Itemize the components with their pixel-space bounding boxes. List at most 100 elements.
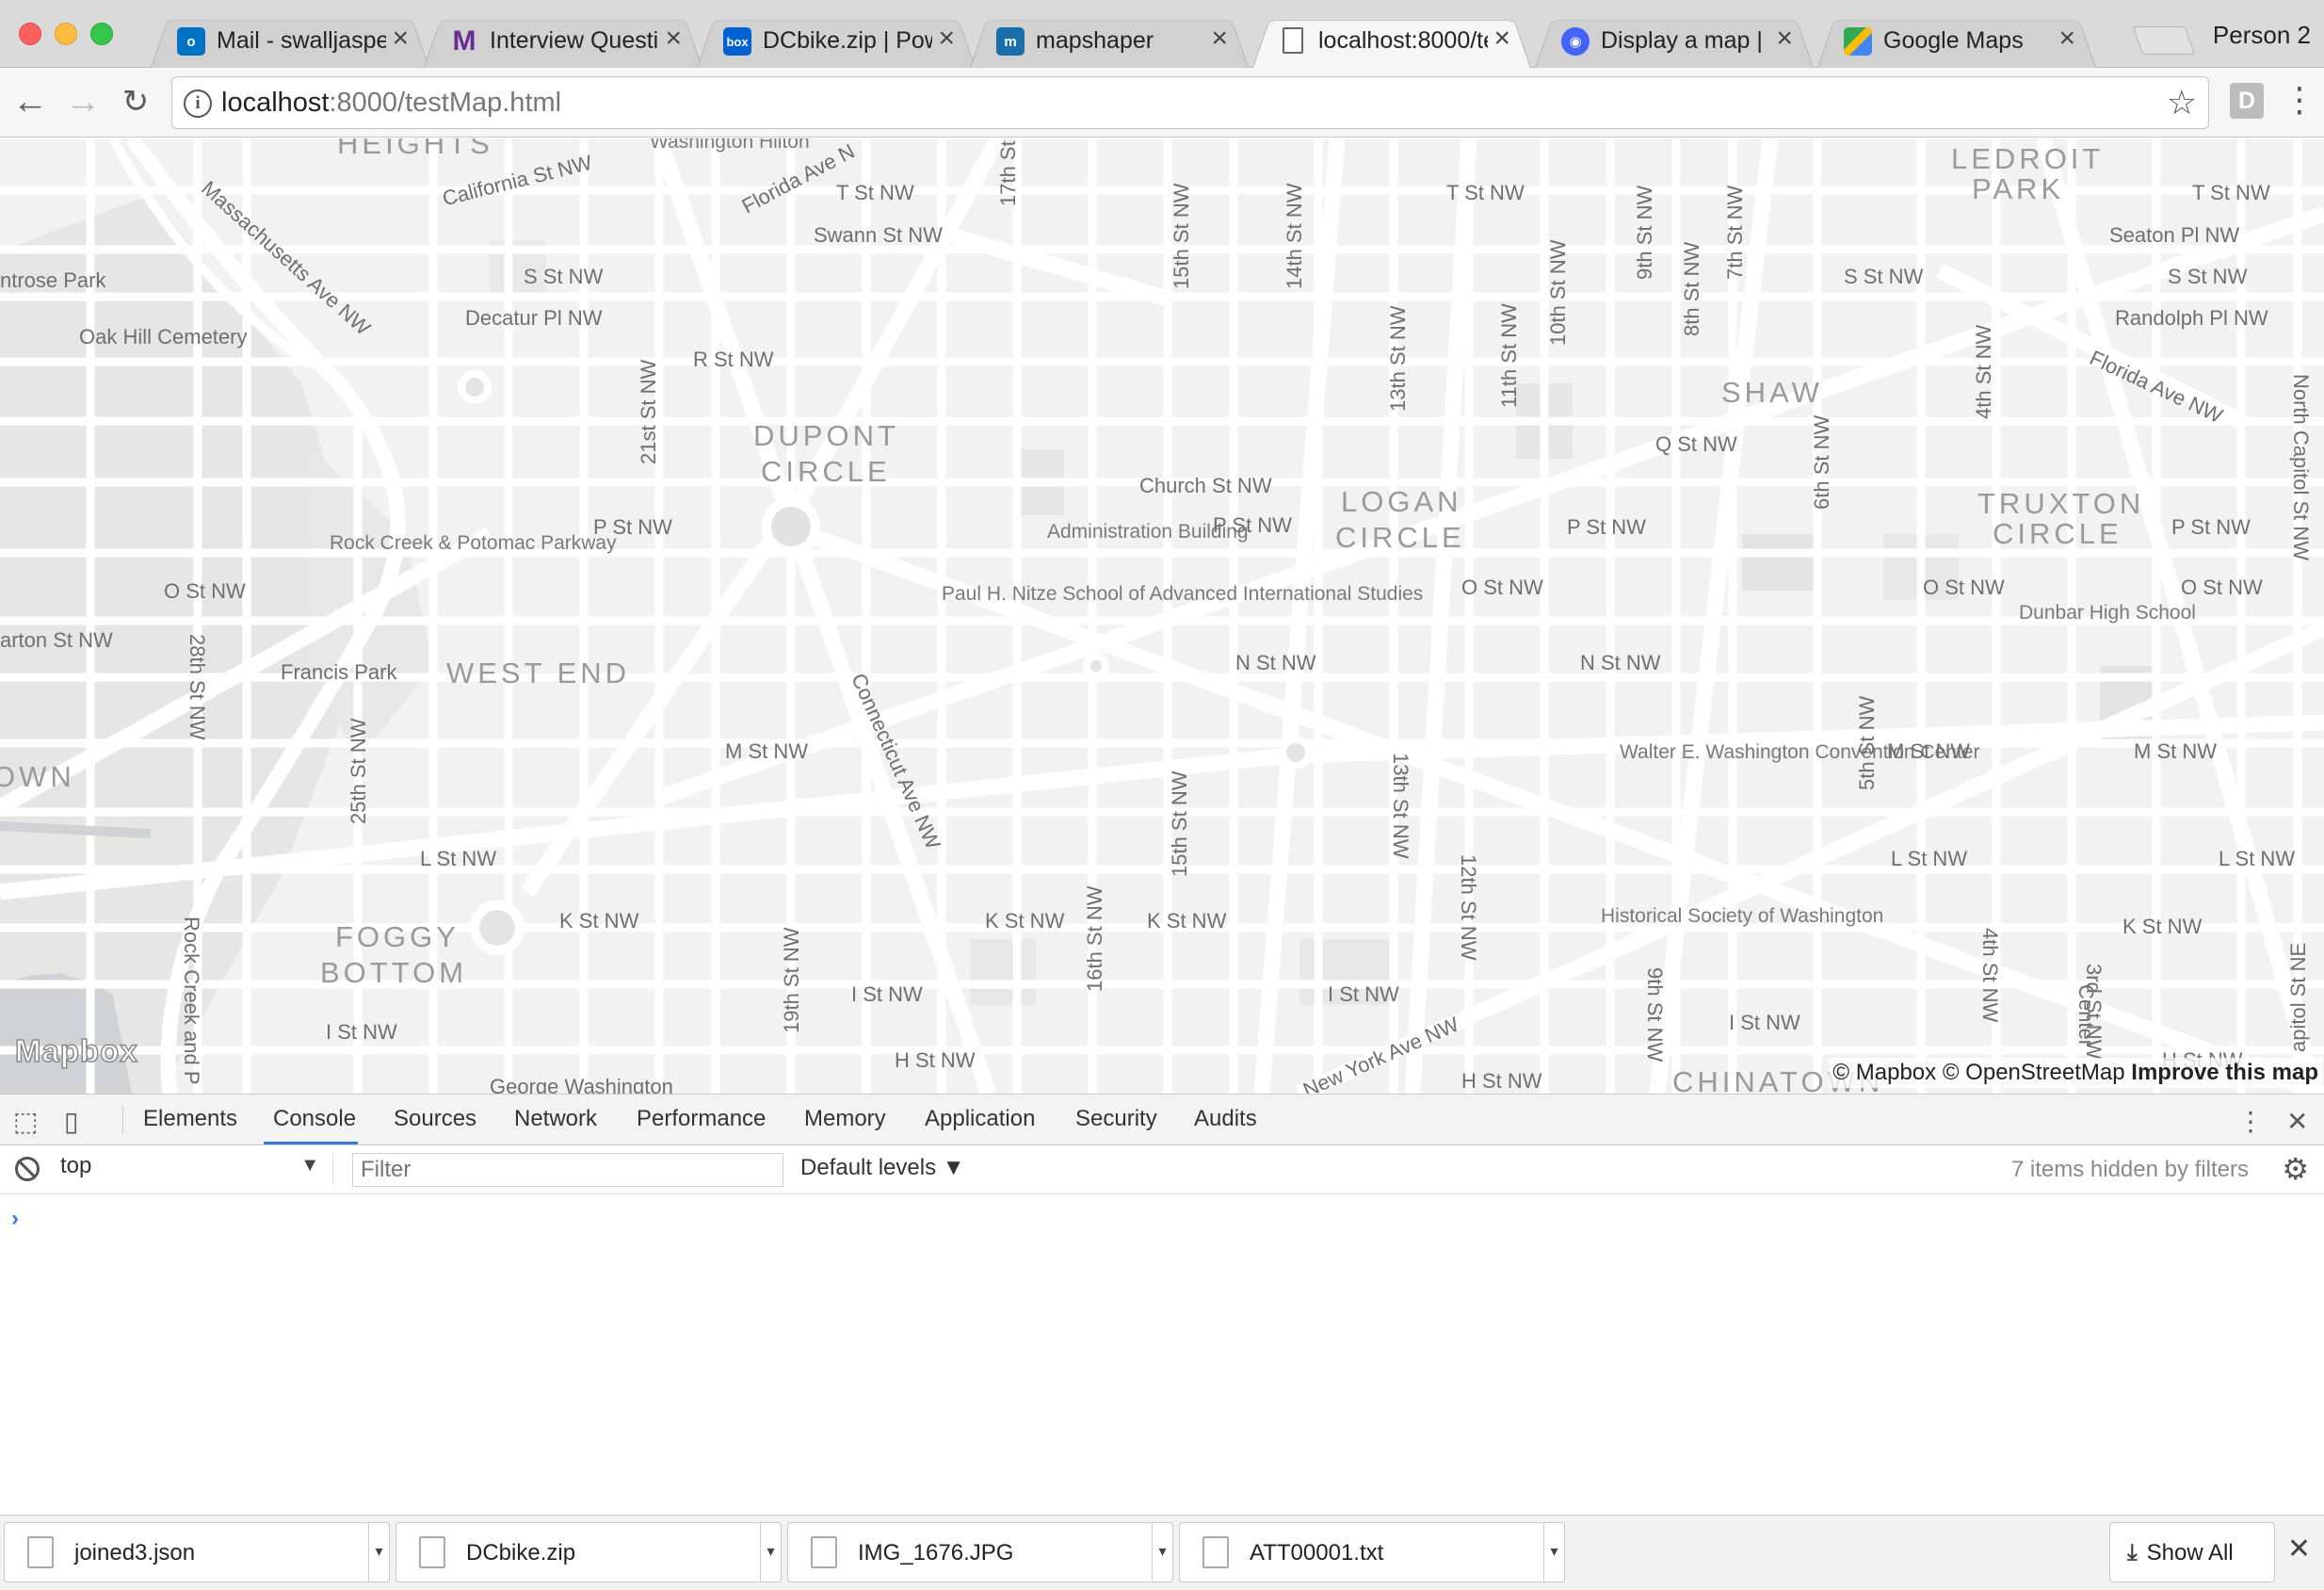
map-label: I St NW <box>326 1020 397 1044</box>
attribution-text[interactable]: © Mapbox © OpenStreetMap <box>1832 1060 2124 1085</box>
map-label: 17th St <box>996 140 1020 206</box>
tab-dcbike[interactable]: box DCbike.zip | Power × <box>697 13 976 69</box>
devtools-tabbar: ⬚ ▯ Elements Console Sources Network Per… <box>0 1095 2324 1145</box>
map-label: arton St NW <box>0 628 113 652</box>
tab-title: DCbike.zip | Power <box>763 27 932 54</box>
url-text[interactable]: localhost:8000/testMap.html <box>221 88 561 119</box>
tab-performance[interactable]: Performance <box>637 1106 766 1132</box>
map-label: P St NW <box>593 515 672 539</box>
address-bar[interactable]: i localhost:8000/testMap.html ☆ <box>171 76 2209 129</box>
mapbox-icon: ◉ <box>1561 27 1590 56</box>
tab-interview-questions[interactable]: M Interview Questions × <box>424 13 702 69</box>
chevron-down-icon[interactable]: ▾ <box>1543 1523 1564 1582</box>
map-label: O St NW <box>2181 576 2263 599</box>
chevron-down-icon[interactable]: ▾ <box>760 1523 781 1582</box>
map-canvas[interactable]: HEIGHTS California St NW Washington Hilt… <box>0 138 2324 1094</box>
close-tab-icon[interactable]: × <box>1776 24 1793 53</box>
file-icon <box>27 1536 54 1568</box>
tab-localhost[interactable]: localhost:8000/testMap.html × <box>1252 13 1531 69</box>
console-prompt[interactable]: › <box>11 1206 19 1232</box>
map-label: P St NW <box>2171 515 2251 539</box>
inspect-element-icon[interactable]: ⬚ <box>13 1106 45 1136</box>
map-label: M St NW <box>725 739 808 763</box>
map-label: 16th St NW <box>1083 885 1106 992</box>
extension-icon[interactable]: D <box>2230 83 2264 119</box>
device-toolbar-icon[interactable]: ▯ <box>64 1106 96 1136</box>
map-label: M St NW <box>2134 739 2217 763</box>
map-label: I St NW <box>1328 982 1399 1006</box>
tab-memory[interactable]: Memory <box>804 1106 886 1132</box>
clear-console-icon[interactable] <box>15 1157 40 1181</box>
map-label: Swann St NW <box>814 223 943 247</box>
filter-input[interactable] <box>352 1153 783 1187</box>
tab-network[interactable]: Network <box>514 1106 597 1132</box>
close-devtools-icon[interactable]: ✕ <box>2286 1106 2315 1136</box>
profile-name[interactable]: Person 2 <box>2213 21 2311 50</box>
minimize-window-button[interactable] <box>55 23 77 45</box>
download-item[interactable]: joined3.json ▾ <box>4 1522 390 1582</box>
forward-arrow-icon[interactable]: → <box>62 81 104 122</box>
map-label: George Washington <box>490 1075 673 1094</box>
close-tab-icon[interactable]: × <box>1493 24 1510 53</box>
close-window-button[interactable] <box>19 23 41 45</box>
map-attribution: © Mapbox © OpenStreetMap Improve this ma… <box>1829 1058 2322 1088</box>
download-item[interactable]: ATT00001.txt ▾ <box>1179 1522 1565 1582</box>
reload-icon[interactable]: ↻ <box>115 81 156 122</box>
zoom-window-button[interactable] <box>90 23 113 45</box>
tab-audits[interactable]: Audits <box>1194 1106 1257 1132</box>
context-select[interactable]: top ▼ <box>60 1153 333 1185</box>
tab-sources[interactable]: Sources <box>394 1106 476 1132</box>
close-shelf-icon[interactable]: ✕ <box>2287 1533 2311 1566</box>
map-label: 9th St NW <box>1633 185 1656 280</box>
map-label: Decatur Pl NW <box>465 306 603 330</box>
close-tab-icon[interactable]: × <box>392 24 409 53</box>
map-label: 5th St NW <box>1855 695 1879 790</box>
download-item[interactable]: IMG_1676.JPG ▾ <box>787 1522 1173 1582</box>
new-tab-button[interactable] <box>2132 26 2196 55</box>
chevron-down-icon[interactable]: ▾ <box>1152 1523 1172 1582</box>
map-label: O St NW <box>1461 576 1543 599</box>
close-tab-icon[interactable]: × <box>2058 24 2075 53</box>
chevron-down-icon[interactable]: ▾ <box>368 1523 389 1582</box>
back-arrow-icon[interactable]: ← <box>9 81 51 122</box>
map-label: Historical Society of Washington <box>1601 905 1884 927</box>
map-label: P St NW <box>1567 515 1646 539</box>
tab-application[interactable]: Application <box>925 1106 1035 1132</box>
tab-google-maps[interactable]: Google Maps × <box>1817 13 2096 69</box>
tab-mapbox[interactable]: ◉ Display a map | Mapbox × <box>1535 13 1814 69</box>
bookmark-star-icon[interactable]: ☆ <box>2167 83 2197 122</box>
tab-mapshaper[interactable]: m mapshaper × <box>970 13 1249 69</box>
map-label: 6th St NW <box>1810 414 1833 510</box>
improve-map-link[interactable]: Improve this map <box>2131 1060 2318 1085</box>
menu-kebab-icon[interactable]: ⋮ <box>2283 81 2316 119</box>
mapshaper-icon: m <box>996 27 1025 56</box>
devtools-menu-icon[interactable]: ⋮ <box>2237 1106 2264 1136</box>
download-item[interactable]: DCbike.zip ▾ <box>395 1522 782 1582</box>
close-tab-icon[interactable]: × <box>665 24 682 53</box>
info-icon[interactable]: i <box>184 89 212 118</box>
mapbox-logo[interactable]: Mapbox <box>14 1032 138 1069</box>
tab-mail[interactable]: o Mail - swalljasper × <box>151 13 429 69</box>
map-label: I St NW <box>1729 1011 1800 1034</box>
browser-toolbar: ← → ↻ i localhost:8000/testMap.html ☆ D … <box>0 68 2324 138</box>
map-label: S St NW <box>2168 265 2248 288</box>
tab-title: mapshaper <box>1036 27 1154 54</box>
tab-security[interactable]: Security <box>1075 1106 1157 1132</box>
map-label: P St NW <box>1213 513 1292 537</box>
map-label: Administration Building <box>1047 521 1249 543</box>
map-label: R St NW <box>693 348 774 371</box>
tab-console[interactable]: Console <box>273 1106 356 1132</box>
hidden-count: 7 items hidden by filters <box>2010 1157 2249 1182</box>
url-path: :8000/testMap.html <box>329 88 562 118</box>
show-all-button[interactable]: ⤓ Show All <box>2109 1522 2275 1582</box>
map-label: Church St NW <box>1139 474 1272 497</box>
close-tab-icon[interactable]: × <box>1211 24 1228 53</box>
tab-elements[interactable]: Elements <box>143 1106 237 1132</box>
active-tab-indicator <box>264 1142 358 1144</box>
map-label: Paul H. Nitze School of Advanced Interna… <box>942 583 1424 605</box>
gear-icon[interactable]: ⚙ <box>2282 1151 2309 1187</box>
map-label: apitol St NE <box>2286 942 2310 1052</box>
levels-dropdown[interactable]: Default levels ▼ <box>800 1155 965 1181</box>
close-tab-icon[interactable]: × <box>938 24 955 53</box>
map-label: 9th St NW <box>1643 967 1667 1063</box>
